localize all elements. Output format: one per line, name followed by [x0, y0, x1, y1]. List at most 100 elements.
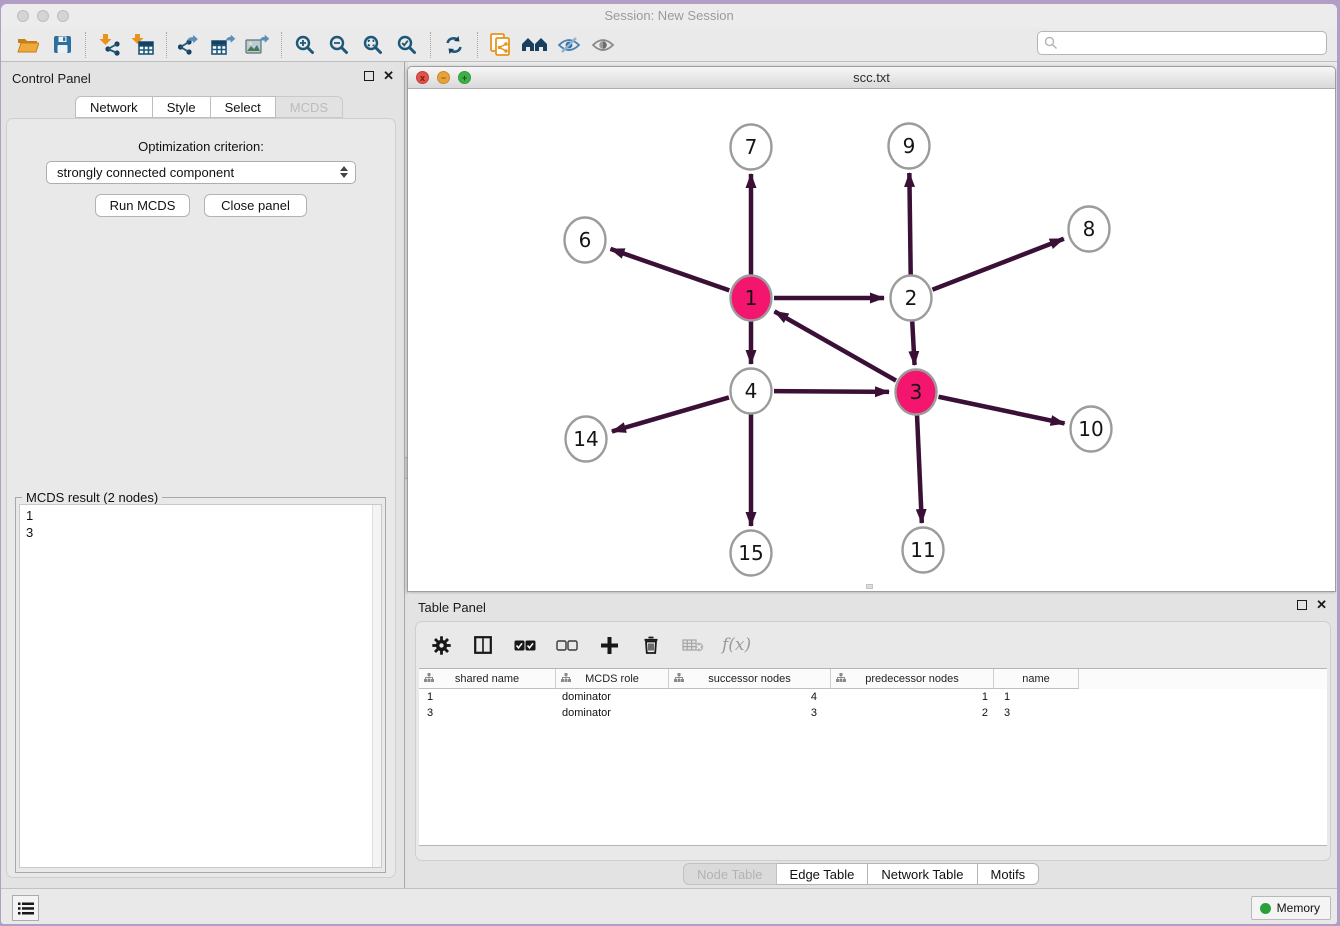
svg-text:14: 14	[573, 427, 598, 451]
column-header-successor-nodes[interactable]: successor nodes	[669, 669, 831, 689]
column-header-name[interactable]: name	[994, 669, 1079, 689]
graph-edge-3-10[interactable]	[939, 397, 1065, 424]
select-all-icon[interactable]	[512, 631, 538, 659]
graph-edge-1-6[interactable]	[610, 249, 729, 291]
graph-node-3[interactable]: 3	[896, 370, 937, 415]
duplicate-network-icon[interactable]	[484, 31, 518, 59]
tab-edge-table[interactable]: Edge Table	[777, 863, 869, 885]
delete-column-trash-icon[interactable]	[638, 631, 664, 659]
graph-node-8[interactable]: 8	[1069, 207, 1110, 252]
table-panel-header: Table Panel ✕	[407, 594, 1337, 620]
toolbar-separator	[477, 32, 478, 58]
graph-node-10[interactable]: 10	[1071, 407, 1112, 452]
graph-node-6[interactable]: 6	[565, 218, 606, 263]
network-canvas-svg: 1 2 3 4 6 7 8 9 10 11 14 15	[408, 89, 1335, 591]
table-panel-tabs: Node Table Edge Table Network Table Moti…	[683, 863, 1039, 885]
tab-style[interactable]: Style	[153, 96, 211, 118]
result-scrollbar[interactable]	[372, 505, 381, 867]
tab-node-table[interactable]: Node Table	[683, 863, 777, 885]
graph-edge-4-3[interactable]	[774, 391, 889, 392]
graph-node-4[interactable]: 4	[731, 369, 772, 414]
toolbar-separator	[85, 32, 86, 58]
open-folder-icon[interactable]	[11, 31, 45, 59]
graph-node-14[interactable]: 14	[566, 417, 607, 462]
list-icon	[18, 902, 34, 915]
close-table-panel-icon[interactable]: ✕	[1316, 600, 1327, 610]
graph-node-2[interactable]: 2	[891, 276, 932, 321]
search-box[interactable]	[1037, 31, 1327, 55]
split-columns-icon[interactable]	[470, 631, 496, 659]
search-icon	[1046, 38, 1054, 46]
tab-motifs[interactable]: Motifs	[978, 863, 1040, 885]
graph-edge-3-11[interactable]	[917, 415, 922, 523]
hide-selected-eye-icon[interactable]	[552, 31, 586, 59]
control-panel: Control Panel ✕ Network Style Select MCD…	[1, 62, 404, 888]
graph-edge-2-8[interactable]	[932, 239, 1063, 290]
graph-node-15[interactable]: 15	[731, 531, 772, 576]
save-icon[interactable]	[45, 31, 79, 59]
network-resize-grip[interactable]	[866, 584, 873, 589]
graph-node-9[interactable]: 9	[889, 124, 930, 169]
result-line: 1	[26, 507, 381, 524]
graph-edge-2-3[interactable]	[912, 321, 914, 365]
show-all-eye-icon[interactable]	[586, 31, 620, 59]
graph-node-1[interactable]: 1	[731, 276, 772, 321]
export-image-icon[interactable]	[241, 31, 275, 59]
optimization-criterion-select[interactable]: strongly connected component	[46, 161, 356, 184]
home-layout-icon[interactable]	[518, 31, 552, 59]
import-table-icon[interactable]	[126, 31, 160, 59]
table-row[interactable]: 1 dominator 4 1 1	[419, 689, 1327, 705]
main-toolbar	[1, 28, 1337, 62]
float-panel-icon[interactable]	[364, 71, 374, 81]
table-panel-body: f(x) shared name MCDS role successor nod…	[415, 621, 1331, 861]
zoom-in-icon[interactable]	[288, 31, 322, 59]
svg-text:7: 7	[745, 135, 758, 159]
delete-table-icon[interactable]	[680, 631, 706, 659]
graph-edge-4-14[interactable]	[612, 397, 729, 431]
toolbar-separator	[166, 32, 167, 58]
unselect-all-icon[interactable]	[554, 631, 580, 659]
tab-select[interactable]: Select	[211, 96, 276, 118]
refresh-icon[interactable]	[437, 31, 471, 59]
close-panel-button[interactable]: Close panel	[204, 194, 307, 217]
add-column-icon[interactable]	[596, 631, 622, 659]
tab-network-table[interactable]: Network Table	[868, 863, 977, 885]
toolbar-separator	[281, 32, 282, 58]
column-header-mcds-role[interactable]: MCDS role	[556, 669, 669, 689]
table-row[interactable]: 3 dominator 3 2 3	[419, 705, 1327, 721]
tab-network[interactable]: Network	[75, 96, 153, 118]
memory-label: Memory	[1277, 901, 1320, 915]
mcds-result-textarea[interactable]: 1 3	[19, 504, 382, 868]
float-table-panel-icon[interactable]	[1297, 600, 1307, 610]
tab-mcds[interactable]: MCDS	[276, 96, 343, 118]
svg-text:8: 8	[1083, 217, 1096, 241]
table-toolbar: f(x)	[428, 630, 751, 660]
column-header-shared-name[interactable]: shared name	[419, 669, 556, 689]
column-type-icon	[674, 673, 684, 683]
table-panel: Table Panel ✕	[407, 594, 1337, 888]
task-history-button[interactable]	[12, 895, 39, 921]
close-panel-icon[interactable]: ✕	[383, 71, 394, 81]
zoom-fit-icon[interactable]	[356, 31, 390, 59]
zoom-out-icon[interactable]	[322, 31, 356, 59]
export-network-icon[interactable]	[173, 31, 207, 59]
zoom-selected-icon[interactable]	[390, 31, 424, 59]
search-input[interactable]	[1058, 33, 1326, 53]
graph-edge-3-1[interactable]	[774, 311, 896, 380]
table-panel-title: Table Panel	[418, 600, 486, 615]
graph-node-7[interactable]: 7	[731, 125, 772, 170]
network-window: x − + scc.txt 1 2 3 4 6 7 8 9 10 11 14 15	[407, 66, 1336, 592]
graph-edge-2-9[interactable]	[909, 173, 910, 275]
run-mcds-button[interactable]: Run MCDS	[95, 194, 190, 217]
status-bar: Memory	[1, 888, 1337, 924]
import-network-icon[interactable]	[92, 31, 126, 59]
apply-function-icon[interactable]: f(x)	[722, 635, 751, 655]
table-settings-gear-icon[interactable]	[428, 631, 454, 659]
network-window-titlebar[interactable]: x − + scc.txt	[408, 67, 1335, 89]
graph-node-11[interactable]: 11	[903, 528, 944, 573]
column-header-predecessor-nodes[interactable]: predecessor nodes	[831, 669, 994, 689]
app-window: Session: New Session	[1, 4, 1337, 924]
export-table-icon[interactable]	[207, 31, 241, 59]
memory-button[interactable]: Memory	[1251, 896, 1331, 920]
network-canvas[interactable]: 1 2 3 4 6 7 8 9 10 11 14 15	[408, 89, 1335, 591]
